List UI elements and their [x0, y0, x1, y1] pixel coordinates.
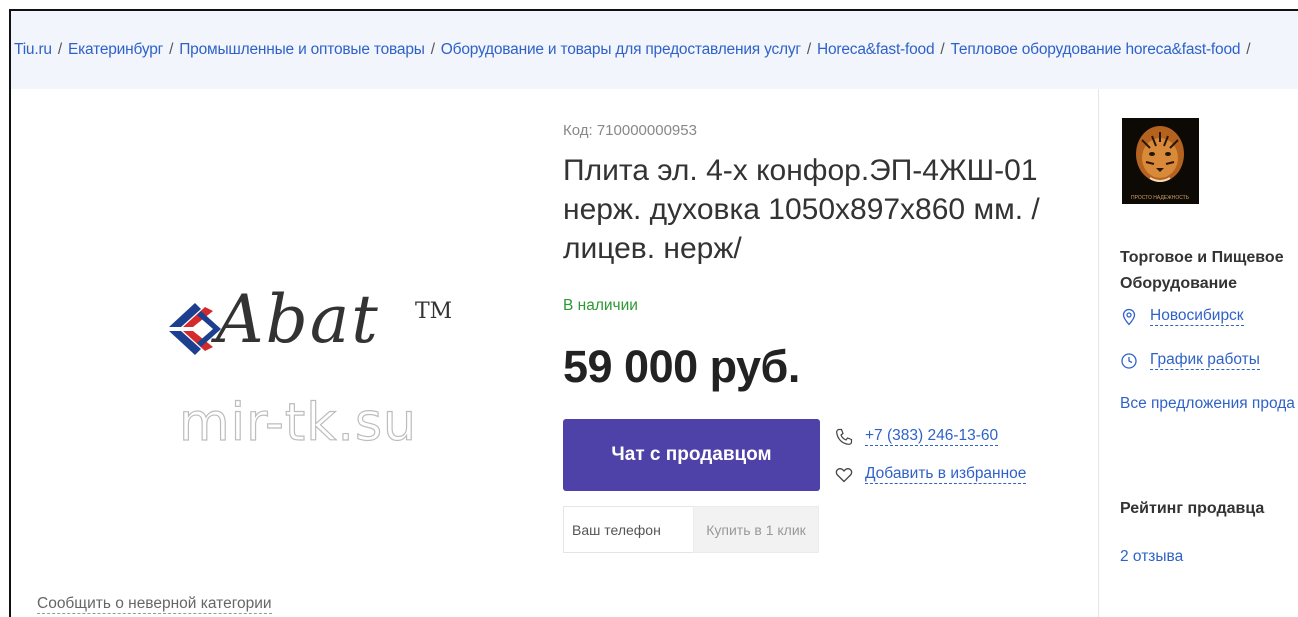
breadcrumb-separator: / — [1246, 41, 1251, 58]
seller-city-link[interactable]: Новосибирск — [1150, 307, 1244, 326]
seller-name[interactable]: Торговое и Пищевое Оборудование — [1120, 245, 1298, 297]
seller-schedule[interactable]: График работы — [1120, 351, 1260, 370]
trademark-sign: TM — [415, 299, 453, 324]
product-code: Код: 710000000953 — [563, 122, 697, 139]
watermark: mir-tk.su — [178, 392, 417, 453]
chat-with-seller-button[interactable]: Чат с продавцом — [563, 419, 820, 491]
report-category-link[interactable]: Сообщить о неверной категории — [37, 595, 272, 614]
seller-avatar[interactable]: ПРОСТО НАДЕЖНОСТЬ — [1122, 118, 1199, 204]
phone-input[interactable] — [563, 506, 693, 553]
breadcrumb-separator: / — [806, 41, 811, 58]
availability-status: В наличии — [563, 297, 638, 314]
breadcrumb-link[interactable]: Тепловое оборудование horeca&fast-food — [951, 41, 1241, 59]
avatar-caption: ПРОСТО НАДЕЖНОСТЬ — [1131, 195, 1190, 201]
breadcrumb-separator: / — [940, 41, 945, 58]
breadcrumb: Tiu.ru / Екатеринбург / Промышленные и оптов… — [11, 11, 1298, 89]
breadcrumb-separator: / — [57, 41, 62, 58]
seller-phone[interactable]: +7 (383) 246-13-60 — [835, 427, 999, 446]
breadcrumb-separator: / — [169, 41, 174, 58]
all-seller-offers-link[interactable]: Все предложения прода — [1120, 395, 1295, 413]
product-title: Плита эл. 4-х конфор.ЭП-4ЖШ-01 нерж. дух… — [563, 154, 1040, 265]
column-divider — [1098, 89, 1099, 617]
one-click-buy-form: Купить в 1 клик — [563, 506, 819, 553]
add-to-favorites-link[interactable]: Добавить в избранное — [865, 465, 1027, 484]
breadcrumb-link[interactable]: Екатеринбург — [68, 41, 163, 59]
seller-location[interactable]: Новосибирск — [1120, 307, 1244, 326]
seller-rating-heading: Рейтинг продавца — [1120, 500, 1265, 517]
seller-reviews-link[interactable]: 2 отзыва — [1120, 548, 1183, 566]
location-pin-icon — [1120, 308, 1138, 326]
heart-icon — [835, 466, 853, 484]
clock-icon — [1120, 352, 1138, 370]
buy-one-click-button[interactable]: Купить в 1 клик — [693, 506, 819, 553]
phone-icon — [835, 428, 853, 446]
product-price: 59 000 руб. — [563, 341, 800, 392]
breadcrumb-link[interactable]: Tiu.ru — [14, 41, 52, 59]
add-to-favorites[interactable]: Добавить в избранное — [835, 465, 1027, 484]
schedule-link[interactable]: График работы — [1150, 351, 1260, 370]
phone-number-link[interactable]: +7 (383) 246-13-60 — [865, 427, 999, 446]
breadcrumb-link[interactable]: Промышленные и оптовые товары — [179, 41, 425, 59]
page-frame: Tiu.ru / Екатеринбург / Промышленные и оптов… — [9, 9, 1298, 617]
breadcrumb-link[interactable]: Horeca&fast-food — [817, 41, 935, 59]
abat-logo-text: Abat — [216, 281, 380, 358]
breadcrumb-link[interactable]: Оборудование и товары для предоставления… — [441, 41, 801, 59]
breadcrumb-separator: / — [430, 41, 435, 58]
product-image[interactable]: Abat TM mir-tk.su — [11, 89, 551, 589]
